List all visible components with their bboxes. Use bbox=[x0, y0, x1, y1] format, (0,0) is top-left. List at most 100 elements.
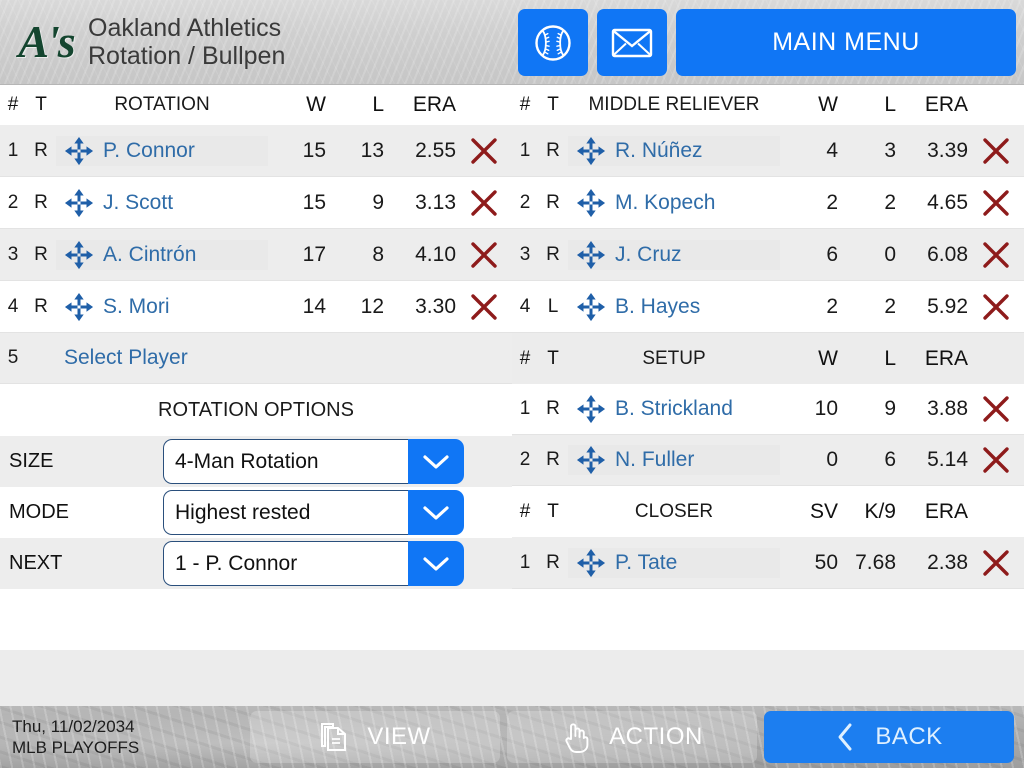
row-remove-button[interactable] bbox=[456, 240, 512, 270]
row-name-cell[interactable]: J. Scott bbox=[56, 188, 268, 218]
player-name[interactable]: J. Cruz bbox=[615, 243, 682, 267]
option-value[interactable]: 1 - P. Connor bbox=[163, 541, 408, 586]
select-player-link[interactable]: Select Player bbox=[64, 346, 188, 370]
player-name[interactable]: M. Kopech bbox=[615, 191, 715, 215]
row-remove-button[interactable] bbox=[968, 188, 1024, 218]
table-row[interactable]: 2 R J. Scott 15 9 3.13 bbox=[0, 177, 512, 229]
back-button-label: BACK bbox=[875, 723, 943, 750]
player-name[interactable]: B. Strickland bbox=[615, 397, 733, 421]
row-throws: R bbox=[546, 449, 560, 470]
remove-x-icon[interactable] bbox=[981, 548, 1011, 578]
remove-x-icon[interactable] bbox=[469, 292, 499, 322]
row-remove-button[interactable] bbox=[968, 445, 1024, 475]
chevron-down-icon[interactable] bbox=[421, 503, 451, 523]
player-name[interactable]: J. Scott bbox=[103, 191, 173, 215]
remove-x-icon[interactable] bbox=[981, 240, 1011, 270]
table-row[interactable]: 4 R S. Mori 14 12 3.30 bbox=[0, 281, 512, 333]
back-button[interactable]: BACK bbox=[764, 711, 1014, 763]
row-name-cell[interactable]: P. Tate bbox=[568, 547, 780, 578]
move-icon[interactable] bbox=[576, 548, 606, 578]
player-name[interactable]: A. Cintrón bbox=[103, 243, 196, 267]
row-name-cell[interactable]: B. Strickland bbox=[568, 394, 780, 424]
table-row[interactable]: 1 R R. Núñez 4 3 3.39 bbox=[512, 125, 1024, 177]
chevron-down-icon[interactable] bbox=[421, 452, 451, 472]
move-icon[interactable] bbox=[64, 240, 94, 270]
option-dropdown[interactable]: 4-Man Rotation bbox=[163, 439, 464, 484]
player-name[interactable]: P. Tate bbox=[615, 551, 677, 575]
row-era: 3.39 bbox=[927, 138, 968, 162]
player-name[interactable]: B. Hayes bbox=[615, 295, 700, 319]
row-name-cell[interactable]: R. Núñez bbox=[568, 135, 780, 166]
row-remove-button[interactable] bbox=[968, 394, 1024, 424]
remove-x-icon[interactable] bbox=[981, 292, 1011, 322]
move-icon[interactable] bbox=[576, 240, 606, 270]
row-remove-button[interactable] bbox=[968, 136, 1024, 166]
player-name[interactable]: P. Connor bbox=[103, 139, 195, 163]
row-remove-button[interactable] bbox=[968, 240, 1024, 270]
player-name[interactable]: N. Fuller bbox=[615, 448, 694, 472]
mr-col-header-label: MIDDLE RELIEVER bbox=[588, 94, 760, 115]
move-icon[interactable] bbox=[576, 292, 606, 322]
row-remove-button[interactable] bbox=[456, 136, 512, 166]
option-dropdown-arrow[interactable] bbox=[408, 490, 464, 535]
move-icon[interactable] bbox=[64, 292, 94, 322]
option-dropdown[interactable]: Highest rested bbox=[163, 490, 464, 535]
table-row[interactable]: 1 R B. Strickland 10 9 3.88 bbox=[512, 384, 1024, 435]
remove-x-icon[interactable] bbox=[981, 445, 1011, 475]
row-era: 2.38 bbox=[927, 550, 968, 574]
table-row[interactable]: 1 R P. Connor 15 13 2.55 bbox=[0, 125, 512, 177]
row-remove-button[interactable] bbox=[968, 292, 1024, 322]
chevron-down-icon[interactable] bbox=[421, 554, 451, 574]
player-name[interactable]: R. Núñez bbox=[615, 139, 703, 163]
view-button[interactable]: VIEW bbox=[250, 711, 500, 763]
row-remove-button[interactable] bbox=[968, 548, 1024, 578]
empty-slot-select[interactable]: Select Player bbox=[56, 346, 268, 370]
option-dropdown-arrow[interactable] bbox=[408, 439, 464, 484]
row-name-cell[interactable]: P. Connor bbox=[56, 135, 268, 166]
remove-x-icon[interactable] bbox=[469, 240, 499, 270]
move-icon[interactable] bbox=[576, 136, 606, 166]
remove-x-icon[interactable] bbox=[981, 136, 1011, 166]
move-icon[interactable] bbox=[64, 136, 94, 166]
remove-x-icon[interactable] bbox=[981, 188, 1011, 218]
row-era: 3.30 bbox=[415, 294, 456, 318]
row-remove-button[interactable] bbox=[456, 292, 512, 322]
move-icon[interactable] bbox=[64, 188, 94, 218]
remove-x-icon[interactable] bbox=[469, 188, 499, 218]
baseball-button[interactable] bbox=[518, 9, 588, 76]
row-name-cell[interactable]: S. Mori bbox=[56, 292, 268, 322]
action-button[interactable]: ACTION bbox=[507, 711, 757, 763]
row-throws: R bbox=[546, 551, 560, 573]
option-value[interactable]: 4-Man Rotation bbox=[163, 439, 408, 484]
table-row[interactable]: 3 R A. Cintrón 17 8 4.10 bbox=[0, 229, 512, 281]
row-stat-1: 2 bbox=[826, 190, 838, 214]
table-row[interactable]: 1 R P. Tate 50 7.68 2.38 bbox=[512, 537, 1024, 589]
rotation-header-row: # T ROTATION W L ERA bbox=[0, 85, 512, 125]
row-name-cell[interactable]: B. Hayes bbox=[568, 292, 780, 322]
player-name[interactable]: S. Mori bbox=[103, 295, 170, 319]
row-stat-1: 10 bbox=[814, 397, 838, 420]
mail-button[interactable] bbox=[597, 9, 667, 76]
move-icon[interactable] bbox=[576, 188, 606, 218]
team-title: Oakland Athletics bbox=[88, 14, 282, 42]
move-icon[interactable] bbox=[576, 445, 606, 475]
row-name-cell[interactable]: N. Fuller bbox=[568, 445, 780, 475]
closer-col-header-throws: T bbox=[547, 500, 559, 522]
row-name-cell[interactable]: M. Kopech bbox=[568, 188, 780, 218]
rotation-empty-slot-row[interactable]: 5 Select Player bbox=[0, 333, 512, 384]
option-dropdown[interactable]: 1 - P. Connor bbox=[163, 541, 464, 586]
remove-x-icon[interactable] bbox=[981, 394, 1011, 424]
row-remove-button[interactable] bbox=[456, 188, 512, 218]
move-icon[interactable] bbox=[576, 394, 606, 424]
table-row[interactable]: 3 R J. Cruz 6 0 6.08 bbox=[512, 229, 1024, 281]
option-dropdown-arrow[interactable] bbox=[408, 541, 464, 586]
remove-x-icon[interactable] bbox=[469, 136, 499, 166]
table-row[interactable]: 2 R M. Kopech 2 2 4.65 bbox=[512, 177, 1024, 229]
row-name-cell[interactable]: A. Cintrón bbox=[56, 239, 268, 270]
row-name-cell[interactable]: J. Cruz bbox=[568, 239, 780, 270]
row-stat-1: 50 bbox=[814, 550, 838, 574]
table-row[interactable]: 2 R N. Fuller 0 6 5.14 bbox=[512, 435, 1024, 486]
table-row[interactable]: 4 L B. Hayes 2 2 5.92 bbox=[512, 281, 1024, 333]
main-menu-button[interactable]: MAIN MENU bbox=[676, 9, 1016, 76]
option-value[interactable]: Highest rested bbox=[163, 490, 408, 535]
